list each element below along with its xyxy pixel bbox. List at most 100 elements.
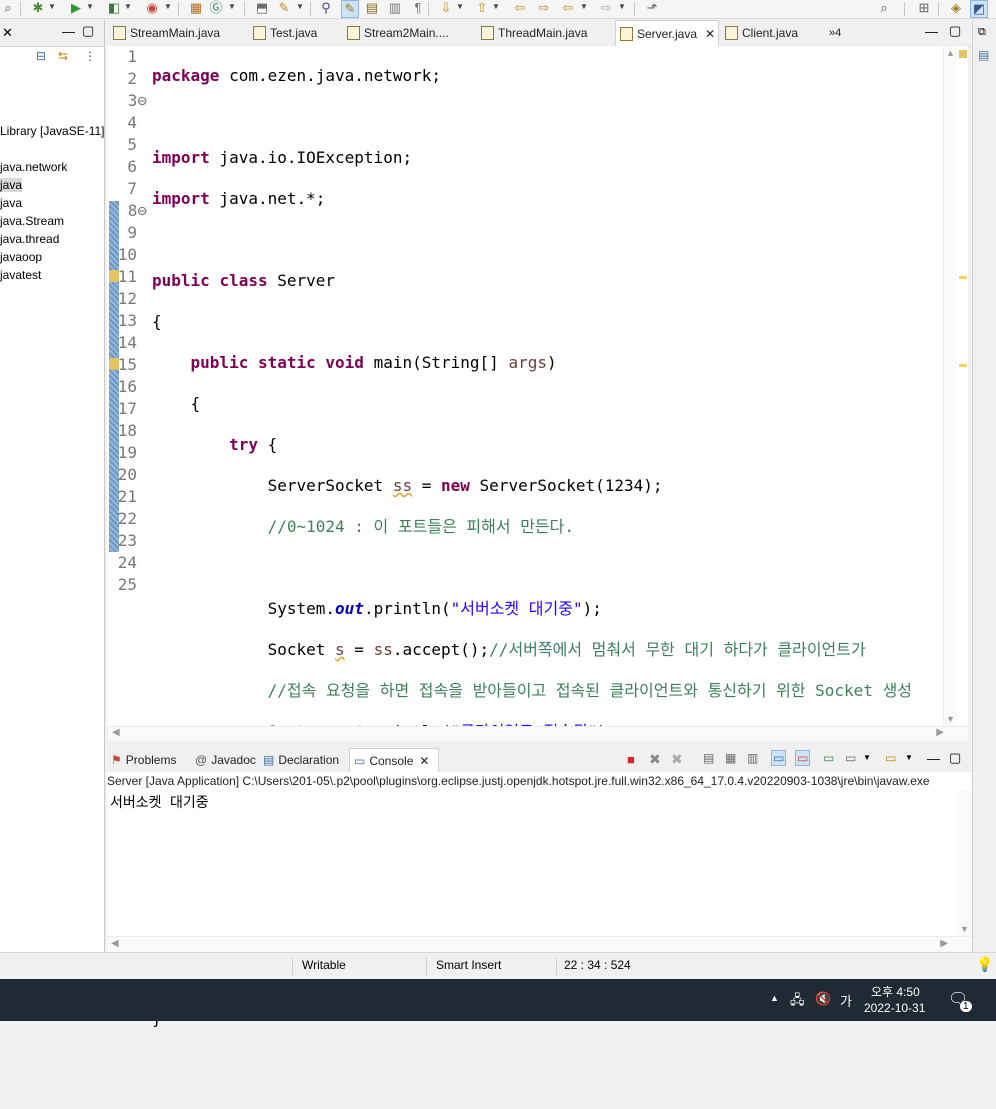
maximize-icon[interactable]: ▢ — [949, 23, 961, 39]
chevron-down-icon[interactable]: ▼ — [164, 2, 172, 11]
open-type-icon[interactable]: ⬒ — [254, 0, 270, 16]
console-vertical-scrollbar[interactable]: ▼ — [957, 790, 972, 936]
tab-stream2main[interactable]: Stream2Main.... — [347, 20, 449, 46]
word-wrap-icon[interactable]: ▥ — [387, 0, 403, 16]
clock-time[interactable]: 오후 4:50 — [871, 983, 920, 1000]
remove-all-icon[interactable]: ✖ — [671, 751, 683, 768]
status-insert-mode[interactable]: Smart Insert — [436, 958, 501, 972]
chevron-down-icon[interactable]: ▼ — [456, 2, 464, 11]
show-whitespace-icon[interactable]: ¶ — [410, 0, 426, 16]
chevron-down-icon[interactable]: ▼ — [618, 2, 626, 11]
warning-icon[interactable] — [109, 358, 119, 370]
terminate-icon[interactable]: ■ — [627, 752, 635, 767]
restore-icon[interactable]: ⧉ — [978, 26, 986, 39]
scroll-right-icon[interactable]: ▶ — [940, 938, 948, 949]
forward-icon[interactable]: ⇨ — [598, 0, 614, 16]
new-class-icon[interactable]: Ⓖ — [208, 0, 224, 16]
search-dialog-icon[interactable]: ⚲ — [318, 0, 334, 16]
clock-date[interactable]: 2022-10-31 — [864, 1001, 925, 1015]
open-perspective-icon[interactable]: ⊞ — [916, 0, 932, 16]
toggle-block-selection-icon[interactable]: ▤ — [364, 0, 380, 16]
code-editor[interactable]: 1 2 3⊖ 4 5 6 7 8⊖ 9 10 11 12 13 14 15 16 17 18 19 20 21 22 23 2… — [107, 46, 986, 1028]
scroll-down-icon[interactable]: ▼ — [960, 924, 969, 934]
tree-item-package-stream[interactable]: java.Stream — [0, 214, 64, 228]
external-tools-icon[interactable]: ◉ — [144, 0, 160, 16]
word-wrap-icon[interactable]: ▥ — [747, 751, 758, 765]
view-menu-icon[interactable]: ⋮ — [84, 49, 96, 63]
tab-javadoc[interactable]: @ Javadoc — [195, 748, 256, 772]
scroll-right-icon[interactable]: ▶ — [936, 727, 944, 738]
tree-item-package-javaoop[interactable]: javaoop — [0, 250, 42, 264]
new-package-icon[interactable]: ▦ — [188, 0, 204, 16]
tree-item-jre-library[interactable]: Library [JavaSE-11] — [0, 124, 105, 138]
outline-icon[interactable]: ▤ — [978, 48, 989, 62]
display-console-icon[interactable]: ▭ — [845, 751, 856, 765]
tab-streammain[interactable]: StreamMain.java — [113, 20, 220, 46]
tab-test[interactable]: Test.java — [253, 20, 317, 46]
link-with-editor-icon[interactable]: ⇆ — [58, 49, 68, 63]
chevron-down-icon[interactable]: ▼ — [580, 2, 588, 11]
remove-launch-icon[interactable]: ✖ — [649, 751, 661, 768]
tab-declaration[interactable]: ▤ Declaration — [263, 748, 339, 772]
clear-console-icon[interactable]: ▤ — [703, 751, 714, 765]
chevron-down-icon[interactable]: ▼ — [48, 2, 56, 11]
pin-console-icon[interactable]: ▭ — [823, 751, 834, 765]
scroll-down-icon[interactable]: ▼ — [946, 714, 955, 724]
forward-edit-icon[interactable]: ⇨ — [536, 0, 552, 16]
chevron-down-icon[interactable]: ▼ — [124, 2, 132, 11]
warning-marker[interactable] — [959, 364, 967, 367]
tab-console[interactable]: ▭ Console ✕ — [349, 748, 439, 772]
scroll-lock-icon[interactable]: ▦ — [725, 751, 736, 765]
editor-horizontal-scrollbar[interactable]: ◀ ▶ — [108, 726, 968, 741]
maximize-icon[interactable]: ▢ — [82, 23, 94, 39]
network-icon[interactable]: 🖧 — [790, 991, 805, 1013]
back-icon[interactable]: ⇦ — [560, 0, 576, 16]
tab-client[interactable]: Client.java — [725, 20, 798, 46]
chevron-down-icon[interactable]: ▼ — [905, 753, 913, 762]
tip-lightbulb-icon[interactable]: 💡 — [976, 956, 993, 973]
warning-marker[interactable] — [959, 276, 967, 279]
tree-item-package-javatest[interactable]: javatest — [0, 268, 41, 282]
overview-ruler[interactable] — [957, 46, 968, 726]
minimize-icon[interactable]: — — [62, 24, 75, 39]
minimize-icon[interactable]: — — [927, 751, 940, 766]
close-icon[interactable]: ✕ — [2, 25, 13, 41]
java-perspective-icon[interactable]: ◩ — [970, 0, 988, 18]
coverage-icon[interactable]: ◧ — [106, 0, 122, 16]
java-ee-perspective-icon[interactable]: ◈ — [948, 0, 964, 16]
chevron-up-icon[interactable]: ▲ — [770, 993, 779, 1003]
scroll-up-icon[interactable]: ▲ — [946, 48, 955, 58]
maximize-icon[interactable]: ▢ — [949, 750, 961, 766]
warning-icon[interactable] — [109, 270, 119, 282]
run-icon[interactable]: ▶ — [68, 0, 84, 16]
scroll-left-icon[interactable]: ◀ — [112, 727, 120, 738]
chevron-down-icon[interactable]: ▼ — [863, 753, 871, 762]
last-edit-icon[interactable]: ⇦ — [512, 0, 528, 16]
tree-item-java[interactable]: java — [0, 196, 22, 210]
tab-server[interactable]: Server.java ✕ — [615, 20, 719, 46]
minimize-icon[interactable]: — — [925, 24, 938, 39]
next-annotation-icon[interactable]: ⇩ — [438, 0, 454, 16]
tab-overflow-button[interactable]: »4 — [829, 20, 841, 46]
ime-indicator[interactable]: 가 — [840, 991, 852, 1010]
show-on-stderr-icon[interactable]: ▭ — [795, 750, 811, 766]
tree-item-package-network[interactable]: java.network — [0, 160, 67, 174]
volume-muted-icon[interactable]: 🔇 — [815, 991, 831, 1007]
mark-occurrences-icon[interactable]: ✎ — [341, 0, 359, 18]
scroll-left-icon[interactable]: ◀ — [111, 938, 119, 949]
open-console-icon[interactable]: ▭ — [885, 751, 896, 765]
console-horizontal-scrollbar[interactable]: ◀ ▶ — [107, 936, 972, 953]
debug-icon[interactable]: ✱ — [30, 0, 46, 16]
chevron-down-icon[interactable]: ▼ — [296, 2, 304, 11]
editor-vertical-scrollbar[interactable]: ▲ ▼ — [943, 46, 958, 726]
close-icon[interactable]: ✕ — [419, 754, 429, 768]
overview-summary-icon[interactable] — [959, 50, 967, 58]
previous-annotation-icon[interactable]: ⇧ — [474, 0, 490, 16]
tab-problems[interactable]: ⚑ Problems — [111, 748, 176, 772]
search-icon[interactable]: ⌕ — [0, 0, 16, 16]
open-task-icon[interactable]: ✎ — [276, 0, 292, 16]
chevron-down-icon[interactable]: ▼ — [228, 2, 236, 11]
pin-editor-icon[interactable]: ⬏ — [644, 0, 660, 16]
search-icon[interactable]: ⌕ — [876, 0, 892, 16]
tree-item-selected[interactable]: java — [0, 178, 22, 192]
